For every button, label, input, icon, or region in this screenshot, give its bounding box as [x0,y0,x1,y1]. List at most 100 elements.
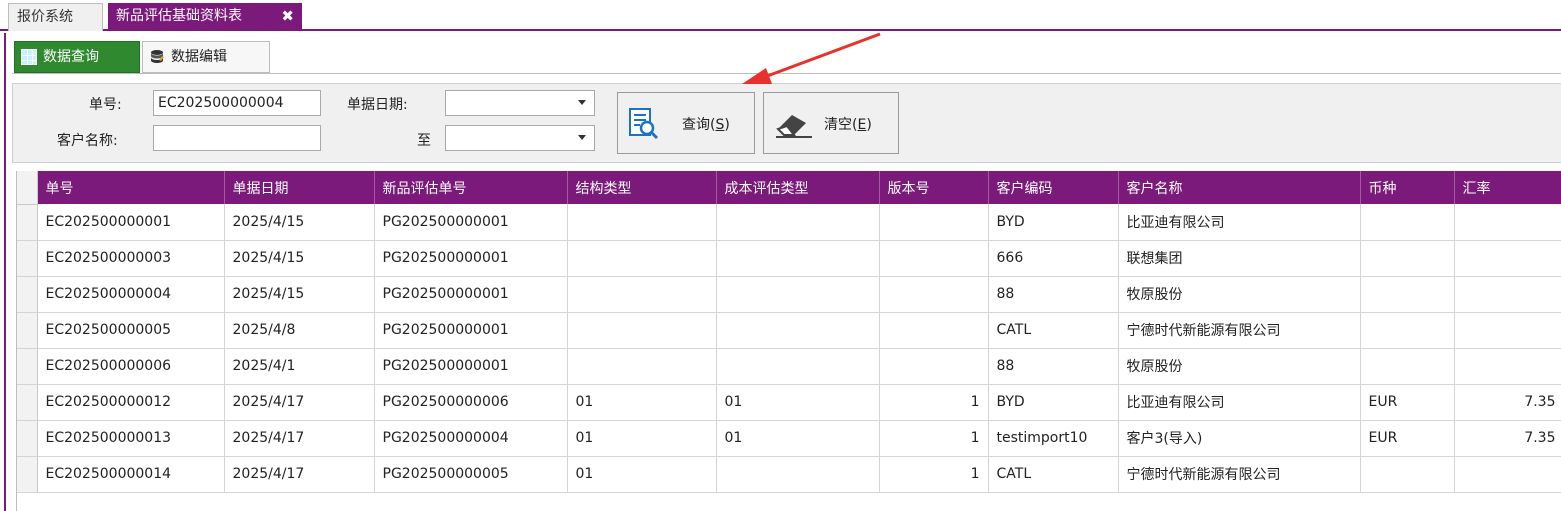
table-cell[interactable] [879,204,989,241]
table-cell[interactable]: BYD [988,384,1119,421]
table-cell[interactable]: 7.35 [1454,420,1561,457]
table-cell[interactable] [716,240,880,277]
table-cell[interactable] [716,312,880,349]
table-cell[interactable] [1360,204,1455,241]
column-header[interactable]: 结构类型 [567,171,717,204]
table-cell[interactable]: 1 [879,384,989,421]
table-row[interactable]: EC202500000013 2025/4/17 PG202500000004 01 0… [17,420,1561,457]
table-cell[interactable]: 比亚迪有限公司 [1118,384,1361,421]
table-cell[interactable]: 01 [567,384,717,421]
table-row[interactable]: EC202500000003 2025/4/15 PG202500000001 666… [17,240,1561,277]
table-cell[interactable] [567,204,717,241]
tab-data-edit[interactable]: 数据编辑 [142,41,270,73]
table-cell[interactable]: 2025/4/17 [224,456,375,493]
table-cell[interactable]: EC202500000012 [37,384,225,421]
clear-button[interactable]: 清空(E) [763,92,899,154]
table-cell[interactable]: 2025/4/17 [224,420,375,457]
table-cell[interactable] [567,240,717,277]
table-cell[interactable]: 2025/4/15 [224,240,375,277]
table-cell[interactable]: EUR [1360,420,1455,457]
table-cell[interactable] [1454,240,1561,277]
table-cell[interactable]: 2025/4/15 [224,204,375,241]
table-row[interactable]: EC202500000012 2025/4/17 PG202500000006 01 0… [17,384,1561,421]
column-header[interactable]: 版本号 [879,171,989,204]
order-no-input[interactable] [153,90,321,116]
table-cell[interactable]: 1 [879,420,989,457]
table-cell[interactable] [716,456,880,493]
table-cell[interactable] [716,348,880,385]
row-header-cell[interactable] [17,276,38,313]
table-cell[interactable]: 01 [716,384,880,421]
table-cell[interactable]: PG202500000001 [374,312,568,349]
table-cell[interactable]: 牧原股份 [1118,348,1361,385]
date-to-select[interactable] [445,125,595,151]
table-cell[interactable]: 牧原股份 [1118,276,1361,313]
table-cell[interactable]: 01 [567,456,717,493]
table-cell[interactable] [1454,276,1561,313]
column-header[interactable]: 成本评估类型 [716,171,880,204]
row-header-cell[interactable] [17,420,38,457]
table-cell[interactable]: 联想集团 [1118,240,1361,277]
row-header-cell[interactable] [17,312,38,349]
table-cell[interactable] [567,348,717,385]
table-cell[interactable] [716,204,880,241]
table-cell[interactable] [879,312,989,349]
table-cell[interactable]: CATL [988,456,1119,493]
table-cell[interactable] [1454,456,1561,493]
table-cell[interactable] [1360,276,1455,313]
search-button[interactable]: 查询(S) [617,92,755,154]
table-cell[interactable]: PG202500000004 [374,420,568,457]
table-cell[interactable]: EC202500000005 [37,312,225,349]
table-cell[interactable]: testimport10 [988,420,1119,457]
column-header[interactable]: 新品评估单号 [374,171,568,204]
table-cell[interactable] [1454,204,1561,241]
column-header[interactable]: 单据日期 [224,171,375,204]
table-cell[interactable] [1454,348,1561,385]
table-cell[interactable]: PG202500000001 [374,240,568,277]
row-header-cell[interactable] [17,204,38,241]
row-header-cell[interactable] [17,456,38,493]
table-cell[interactable]: 01 [567,420,717,457]
table-cell[interactable] [716,276,880,313]
table-cell[interactable]: CATL [988,312,1119,349]
table-cell[interactable]: 2025/4/8 [224,312,375,349]
table-cell[interactable] [1360,456,1455,493]
table-cell[interactable]: 宁德时代新能源有限公司 [1118,312,1361,349]
table-cell[interactable] [1360,240,1455,277]
table-cell[interactable]: EC202500000004 [37,276,225,313]
table-cell[interactable]: EC202500000001 [37,204,225,241]
table-cell[interactable]: PG202500000001 [374,204,568,241]
results-grid[interactable]: 单号 单据日期 新品评估单号 结构类型 成本评估类型 版本号 客户编码 客户名称… [16,171,1561,511]
table-cell[interactable] [879,348,989,385]
tab-new-product-eval[interactable]: 新品评估基础资料表 ✖ [108,3,302,31]
table-cell[interactable]: 2025/4/1 [224,348,375,385]
tab-data-query[interactable]: 数据查询 [14,41,140,73]
table-cell[interactable]: PG202500000006 [374,384,568,421]
table-row[interactable]: EC202500000001 2025/4/15 PG202500000001 BYD… [17,204,1561,241]
table-cell[interactable]: 比亚迪有限公司 [1118,204,1361,241]
table-cell[interactable]: 7.35 [1454,384,1561,421]
row-header-cell[interactable] [17,348,38,385]
table-cell[interactable] [1454,312,1561,349]
table-row[interactable]: EC202500000004 2025/4/15 PG202500000001 88 牧… [17,276,1561,313]
table-cell[interactable]: BYD [988,204,1119,241]
column-header[interactable]: 汇率 [1454,171,1561,204]
table-cell[interactable]: 宁德时代新能源有限公司 [1118,456,1361,493]
table-row[interactable]: EC202500000006 2025/4/1 PG202500000001 88 牧原… [17,348,1561,385]
table-cell[interactable] [1360,348,1455,385]
table-cell[interactable]: 01 [716,420,880,457]
table-cell[interactable]: EC202500000013 [37,420,225,457]
table-cell[interactable]: 2025/4/15 [224,276,375,313]
close-icon[interactable]: ✖ [281,3,294,29]
table-cell[interactable]: PG202500000005 [374,456,568,493]
row-header-cell[interactable] [17,384,38,421]
column-header[interactable]: 客户编码 [988,171,1119,204]
table-cell[interactable]: 88 [988,276,1119,313]
tab-quote-system[interactable]: 报价系统 [8,3,103,31]
column-header[interactable]: 单号 [37,171,225,204]
table-cell[interactable]: 1 [879,456,989,493]
table-cell[interactable]: EC202500000006 [37,348,225,385]
table-cell[interactable]: PG202500000001 [374,348,568,385]
table-cell[interactable]: PG202500000001 [374,276,568,313]
table-cell[interactable]: 666 [988,240,1119,277]
